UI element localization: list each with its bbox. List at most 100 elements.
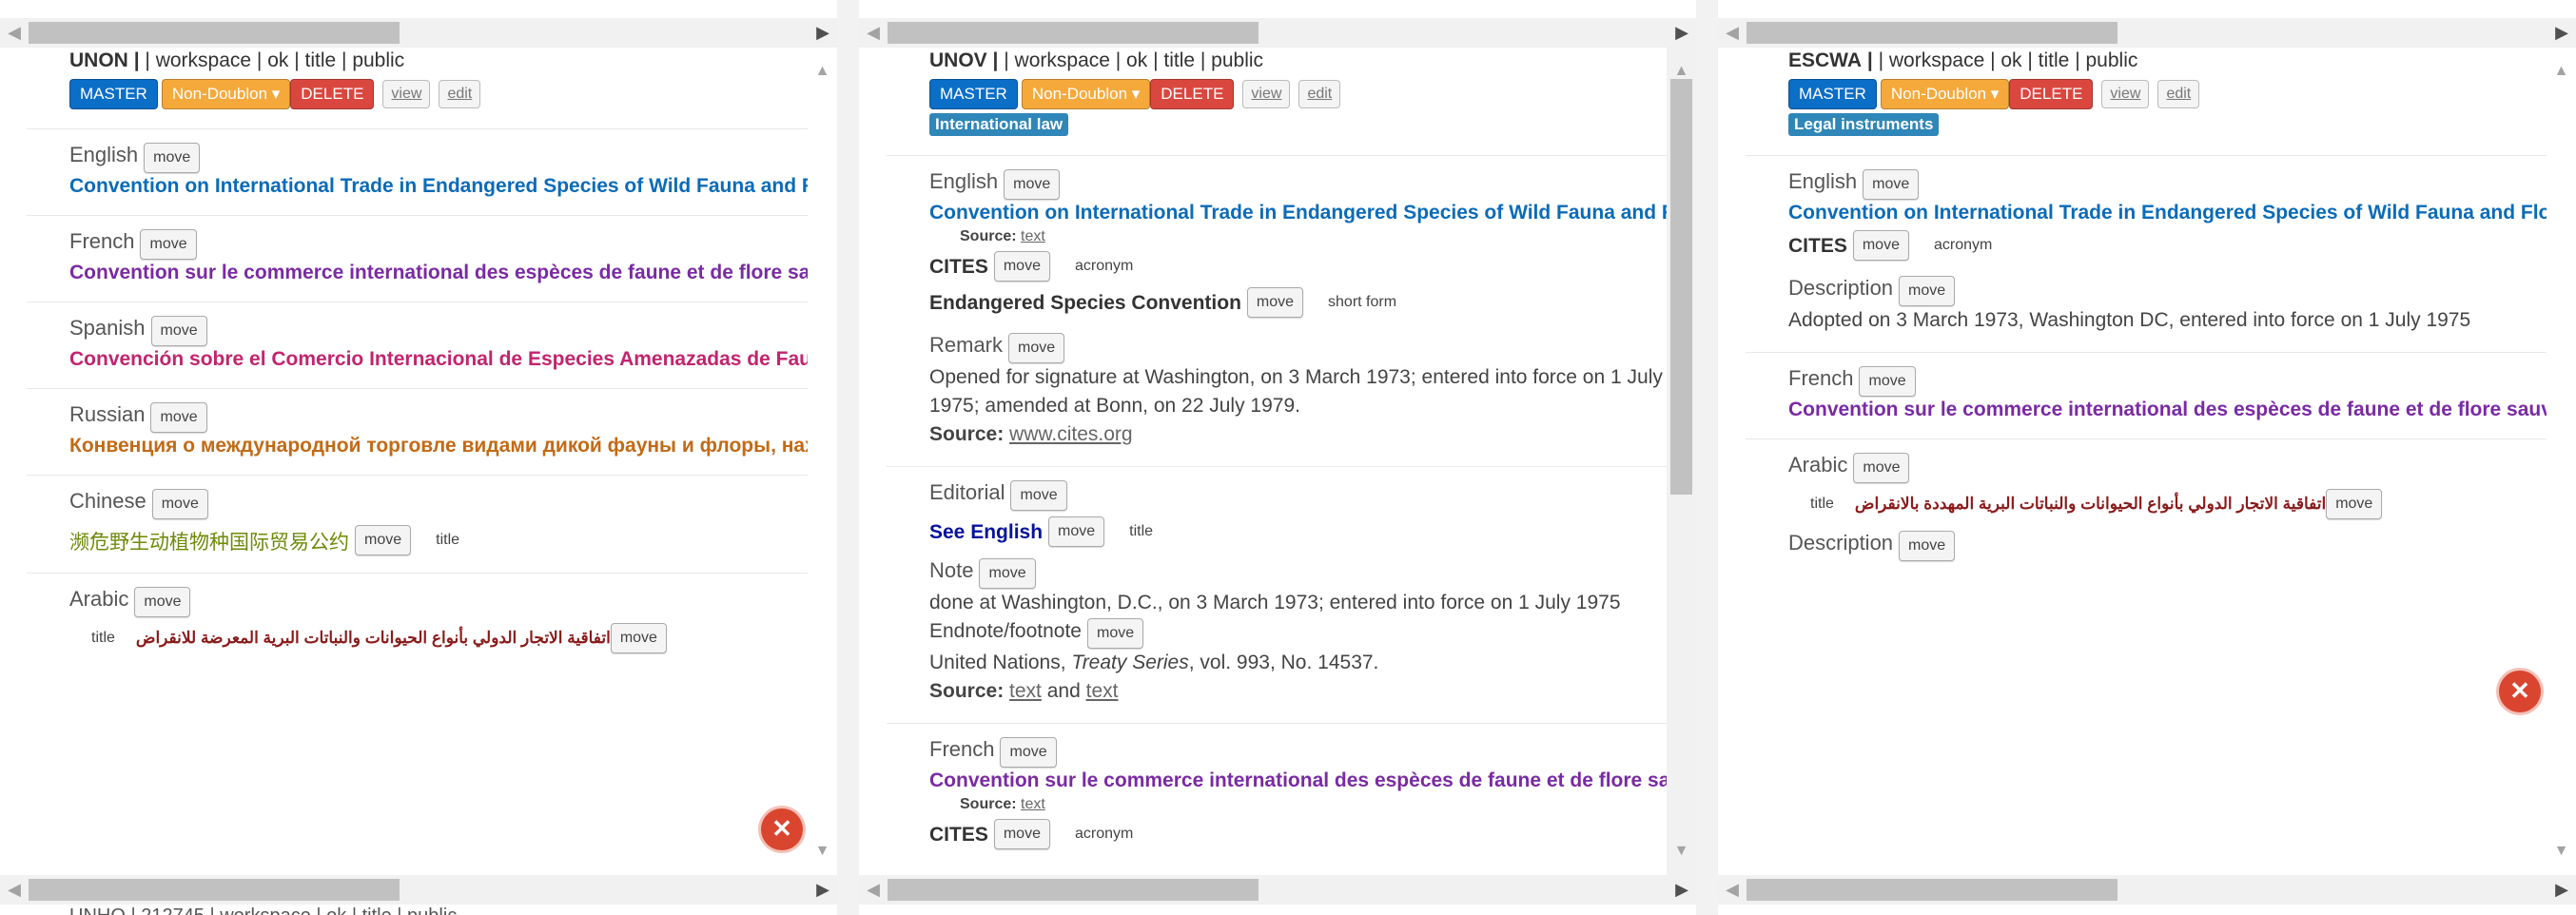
title-english: English move Convention on International T… (27, 129, 808, 216)
move-button[interactable]: move (1004, 169, 1061, 200)
arrow-left-icon[interactable]: ◀ (0, 18, 29, 48)
title-french: French move Convention sur le commerce int… (27, 216, 808, 302)
type-label: acronym (1074, 825, 1134, 842)
move-button[interactable]: move (1852, 230, 1909, 261)
move-button[interactable]: move (1008, 333, 1065, 363)
scroll-thumb[interactable] (29, 879, 400, 901)
move-button[interactable]: move (1899, 531, 1956, 561)
move-button[interactable]: move (979, 558, 1036, 589)
move-button[interactable]: move (1863, 169, 1920, 200)
arrow-left-icon[interactable]: ◀ (0, 875, 29, 905)
move-button[interactable]: move (2326, 489, 2383, 519)
horizontal-scrollbar[interactable]: ◀ ▶ (859, 18, 1696, 48)
source-link[interactable]: text (1009, 680, 1042, 702)
edit-button[interactable]: edit (2157, 80, 2200, 108)
move-button[interactable]: move (1246, 287, 1304, 318)
scroll-thumb[interactable] (29, 22, 400, 44)
move-button[interactable]: move (1086, 617, 1144, 649)
scroll-thumb[interactable] (888, 879, 1259, 901)
horizontal-scrollbar[interactable]: ◀ ▶ (0, 875, 837, 905)
horizontal-scrollbar[interactable]: ◀ ▶ (1718, 875, 2576, 905)
arrow-right-icon[interactable]: ▶ (2547, 875, 2576, 905)
lang-label: English (69, 143, 139, 167)
move-button[interactable]: move (1859, 366, 1916, 397)
see-english-link[interactable]: See English (929, 521, 1043, 544)
source-link[interactable]: text (1021, 796, 1045, 812)
vertical-scrollbar[interactable]: ▲ ▼ (808, 48, 837, 875)
non-doublon-dropdown[interactable]: Non-Doublon ▾ (1880, 79, 2010, 109)
delete-button[interactable]: DELETE (1150, 79, 1235, 109)
arrow-down-icon[interactable]: ▼ (1667, 837, 1696, 866)
acronym-text: CITES (1788, 235, 1847, 257)
editorial-label: Editorial (929, 480, 1005, 505)
arrow-right-icon[interactable]: ▶ (2547, 18, 2576, 48)
acronym-text: CITES (929, 256, 988, 278)
move-button[interactable]: move (1048, 516, 1105, 547)
source-label: Source: (960, 795, 1017, 812)
move-button[interactable]: move (1899, 276, 1956, 306)
delete-button[interactable]: DELETE (290, 79, 375, 109)
source-link[interactable]: text (1086, 680, 1119, 702)
view-button[interactable]: view (382, 80, 431, 108)
edit-button[interactable]: edit (1298, 80, 1341, 108)
title-spanish: Spanish move Convención sobre el Comercio … (27, 302, 808, 389)
title-english: English move Convention on International … (887, 156, 1667, 467)
move-button[interactable]: move (150, 316, 207, 346)
title-arabic: Arabic move title اتفاقية الاتجار الدولي ب… (1746, 439, 2547, 578)
move-button[interactable]: move (610, 623, 667, 653)
master-button[interactable]: MASTER (929, 79, 1018, 109)
move-button[interactable]: move (355, 525, 412, 555)
source-link[interactable]: text (1021, 228, 1045, 244)
arrow-right-icon[interactable]: ▶ (809, 875, 837, 905)
arrow-up-icon[interactable]: ▲ (2547, 57, 2576, 86)
arrow-left-icon[interactable]: ◀ (859, 875, 888, 905)
arrow-down-icon[interactable]: ▼ (808, 837, 837, 866)
non-doublon-dropdown[interactable]: Non-Doublon ▾ (1021, 79, 1151, 109)
move-button[interactable]: move (140, 229, 197, 260)
description-label: Description (1788, 276, 1894, 301)
horizontal-scrollbar[interactable]: ◀ ▶ (859, 875, 1696, 905)
view-button[interactable]: view (2101, 80, 2150, 108)
move-button[interactable]: move (993, 818, 1050, 849)
lang-label: Arabic (69, 587, 129, 612)
arrow-up-icon[interactable]: ▲ (808, 57, 837, 86)
vertical-scrollbar[interactable]: ▲ ▼ (1667, 48, 1696, 875)
arrow-right-icon[interactable]: ▶ (1668, 875, 1696, 905)
move-button[interactable]: move (144, 143, 201, 173)
arrow-right-icon[interactable]: ▶ (809, 18, 837, 48)
move-button[interactable]: move (1853, 453, 1910, 483)
move-button[interactable]: move (1000, 736, 1057, 768)
view-button[interactable]: view (1242, 80, 1291, 108)
horizontal-scrollbar[interactable]: ◀ ▶ (0, 18, 837, 48)
remark-text: Opened for signature at Washington, on 3… (929, 366, 1663, 417)
scroll-thumb[interactable] (888, 22, 1259, 44)
scroll-thumb[interactable] (1670, 79, 1692, 495)
endnote-label: Endnote/footnote (929, 620, 1082, 642)
master-button[interactable]: MASTER (1788, 79, 1877, 109)
arrow-left-icon[interactable]: ◀ (1718, 875, 1747, 905)
source-link[interactable]: www.cites.org (1009, 423, 1133, 445)
subject-tag[interactable]: Legal instruments (1788, 113, 1940, 136)
arrow-down-icon[interactable]: ▼ (2547, 837, 2576, 866)
close-icon[interactable]: ✕ (2499, 671, 2541, 712)
edit-button[interactable]: edit (439, 80, 481, 108)
arrow-left-icon[interactable]: ◀ (1718, 18, 1747, 48)
move-button[interactable]: move (150, 402, 207, 433)
scroll-thumb[interactable] (1747, 879, 2117, 901)
non-doublon-dropdown[interactable]: Non-Doublon ▾ (161, 79, 291, 109)
close-icon[interactable]: ✕ (761, 808, 803, 850)
vertical-scrollbar[interactable]: ▲ ▼ (2547, 48, 2576, 875)
horizontal-scrollbar[interactable]: ◀ ▶ (1718, 18, 2576, 48)
move-button[interactable]: move (151, 489, 208, 519)
title-french: French move Convention sur le commerce in… (887, 724, 1667, 866)
arrow-right-icon[interactable]: ▶ (1668, 18, 1696, 48)
move-button[interactable]: move (993, 251, 1050, 282)
arrow-left-icon[interactable]: ◀ (859, 18, 888, 48)
delete-button[interactable]: DELETE (2009, 79, 2094, 109)
master-button[interactable]: MASTER (69, 79, 158, 109)
title-text: Convention sur le commerce international… (69, 262, 808, 283)
move-button[interactable]: move (1010, 480, 1067, 511)
scroll-thumb[interactable] (1747, 22, 2117, 44)
subject-tag[interactable]: International law (929, 113, 1069, 136)
move-button[interactable]: move (134, 587, 191, 617)
